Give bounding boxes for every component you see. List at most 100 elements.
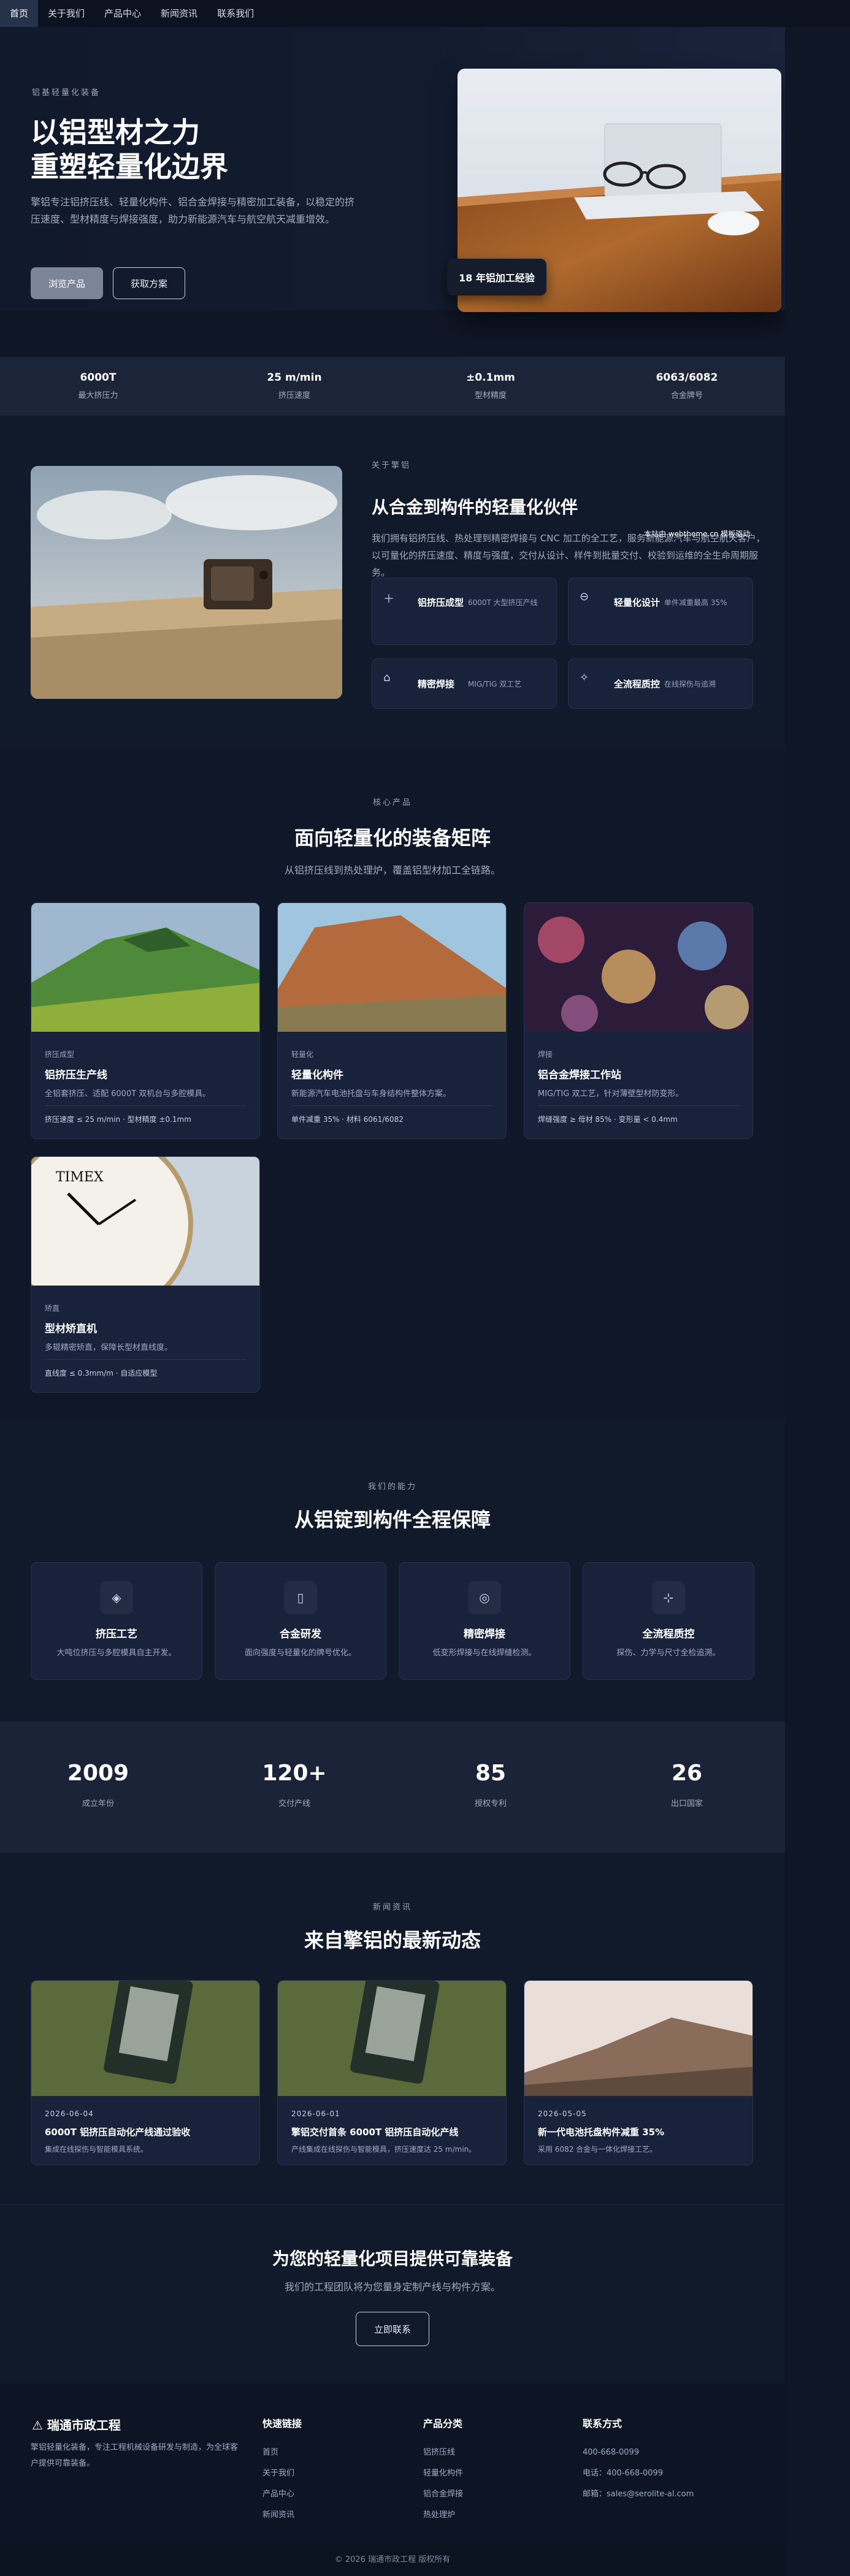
about-title: 从合金到构件的轻量化伙伴 bbox=[372, 497, 578, 517]
capability-title: 全流程质控 bbox=[642, 1628, 695, 1640]
check-circle-icon: ◎ bbox=[468, 1581, 501, 1614]
product-name: 型材矫直机 bbox=[45, 1323, 97, 1335]
product-image bbox=[278, 903, 506, 1032]
feature-card: ⌂ 精密焊接 MIG/TIG 双工艺 bbox=[372, 658, 557, 709]
products-subtitle: 从铝挤压线到热处理炉，覆盖铝型材加工全链路。 bbox=[284, 864, 500, 876]
number-value: 26 bbox=[671, 1761, 703, 1786]
product-spec: 挤压速度 ≤ 25 m/min · 型材精度 ±0.1mm bbox=[45, 1115, 191, 1124]
footer-link[interactable]: 产品中心 bbox=[262, 2484, 302, 2505]
news-eyebrow: 新闻资讯 bbox=[372, 1903, 412, 1912]
products-section: 核心产品 面向轻量化的装备矩阵 从铝挤压线到热处理炉，覆盖铝型材加工全链路。 挤… bbox=[0, 747, 785, 1421]
news-title: 新一代电池托盘构件减重 35% bbox=[538, 2127, 665, 2138]
stat-label: 最大挤压力 bbox=[78, 391, 118, 400]
footer-link[interactable]: 首页 bbox=[262, 2442, 302, 2463]
footer-link[interactable]: 轻量化构件 bbox=[423, 2463, 463, 2484]
news-desc: 集成在线探伤与智能模具系统。 bbox=[45, 2145, 148, 2154]
nav-home[interactable]: 首页 bbox=[0, 0, 39, 27]
capability-card: ◈ 挤压工艺 大吨位挤压与多腔模具自主开发。 bbox=[31, 1562, 202, 1680]
page-gutter bbox=[785, 27, 850, 2576]
footer-description: 擎铝轻量化装备，专注工程机械设备研发与制造，为全球客户提供可靠装备。 bbox=[31, 2443, 239, 2468]
capability-desc: 大吨位挤压与多腔模具自主开发。 bbox=[56, 1648, 177, 1658]
number-item: 2009 成立年份 bbox=[0, 1721, 196, 1853]
feature-card: ✧ 全流程质控 在线探伤与追溯 bbox=[568, 658, 753, 709]
about-section: 关于擎铝 从合金到构件的轻量化伙伴 我们拥有铝挤压线、热处理到精密焊接与 CNC… bbox=[0, 416, 785, 747]
product-card[interactable]: 焊接 铝合金焊接工作站 MIG/TIG 双工艺，针对薄壁型材防变形。 焊缝强度 … bbox=[524, 902, 753, 1139]
news-date: 2026-06-01 bbox=[291, 2109, 340, 2118]
cta-subtitle: 我们的工程团队将为您量身定制产线与构件方案。 bbox=[284, 2281, 500, 2293]
product-desc: 新能源汽车电池托盘与车身结构件整体方案。 bbox=[291, 1089, 451, 1099]
capability-title: 合金研发 bbox=[280, 1628, 321, 1640]
feature-desc: 6000T 大型挤压产线 bbox=[468, 598, 538, 607]
product-image bbox=[524, 903, 752, 1032]
product-card[interactable]: 挤压成型 铝挤压生产线 全铝套挤压、适配 6000T 双机台与多腔模具。 挤压速… bbox=[31, 902, 260, 1139]
stat-item: 6000T 最大挤压力 bbox=[0, 357, 196, 416]
footer-link[interactable]: 铝合金焊接 bbox=[423, 2484, 463, 2505]
product-name: 铝合金焊接工作站 bbox=[538, 1069, 621, 1081]
footer-link[interactable]: 新闻资讯 bbox=[262, 2505, 302, 2526]
crosshair-icon: ⊹ bbox=[652, 1581, 685, 1614]
news-desc: 采用 6082 合金与一体化焊接工艺。 bbox=[538, 2145, 657, 2154]
news-title: 6000T 铝挤压自动化产线通过验收 bbox=[45, 2127, 191, 2138]
contact-now-button[interactable]: 立即联系 bbox=[356, 2312, 429, 2346]
news-image bbox=[524, 1981, 752, 2096]
stat-item: 6063/6082 合金牌号 bbox=[589, 357, 785, 416]
number-label: 交付产线 bbox=[278, 1799, 310, 1808]
divider bbox=[45, 1359, 246, 1360]
theme-credit: 本站由 webtheme.cn 模板驱动 bbox=[644, 530, 751, 538]
number-value: 120+ bbox=[262, 1761, 327, 1786]
feature-title: 轻量化设计 bbox=[614, 597, 660, 608]
product-tag: 焊接 bbox=[538, 1050, 553, 1059]
capability-card: ◎ 精密焊接 低变形焊接与在线焊缝检测。 bbox=[399, 1562, 570, 1680]
caps-title: 从铝锭到构件全程保障 bbox=[294, 1508, 491, 1531]
plus-icon: ＋ bbox=[383, 593, 394, 606]
experience-badge: 18 年铝加工经验 bbox=[447, 259, 546, 295]
product-spec: 焊缝强度 ≥ 母材 85% · 变形量 < 0.4mm bbox=[538, 1115, 678, 1124]
products-title: 面向轻量化的装备矩阵 bbox=[294, 826, 491, 850]
cta-title: 为您的轻量化项目提供可靠装备 bbox=[272, 2249, 513, 2269]
svg-text:TIMEX: TIMEX bbox=[56, 1170, 104, 1185]
news-card[interactable]: 2026-06-01 擎铝交付首条 6000T 铝挤压自动化产线 产线集成在线探… bbox=[277, 1980, 507, 2165]
capability-desc: 面向强度与轻量化的牌号优化。 bbox=[244, 1648, 356, 1658]
capability-title: 挤压工艺 bbox=[96, 1628, 137, 1640]
quick-links-title: 快速链接 bbox=[262, 2418, 302, 2429]
feature-desc: MIG/TIG 双工艺 bbox=[468, 680, 522, 688]
capability-desc: 低变形焊接与在线焊缝检测。 bbox=[432, 1648, 537, 1658]
hero-eyebrow: 铝基轻量化装备 bbox=[32, 88, 101, 97]
footer-link[interactable]: 热处理炉 bbox=[423, 2505, 463, 2526]
nav-contact[interactable]: 联系我们 bbox=[207, 0, 264, 27]
number-item: 120+ 交付产线 bbox=[196, 1721, 392, 1853]
news-date: 2026-06-04 bbox=[45, 2109, 94, 2118]
footer-link[interactable]: 铝挤压线 bbox=[423, 2442, 463, 2463]
document-icon: ▯ bbox=[284, 1581, 317, 1614]
footer-link[interactable]: 关于我们 bbox=[262, 2463, 302, 2484]
news-desc: 产线集成在线探伤与智能模具，挤压速度达 25 m/min。 bbox=[291, 2145, 477, 2154]
product-card[interactable]: TIMEX 矫直 型材矫直机 多辊精密矫直，保障长型材直线度。 直线度 ≤ 0.… bbox=[31, 1156, 260, 1393]
capability-card: ⊹ 全流程质控探伤、力学与尺寸全检追溯。 bbox=[583, 1562, 754, 1680]
news-card[interactable]: 2026-06-04 6000T 铝挤压自动化产线通过验收 集成在线探伤与智能模… bbox=[31, 1980, 260, 2165]
news-image bbox=[31, 1981, 259, 2096]
hero-description: 擎铝专注铝挤压线、轻量化构件、铝合金焊接与精密加工装备，以稳定的挤压速度、型材精… bbox=[31, 196, 355, 225]
nav-products[interactable]: 产品中心 bbox=[94, 0, 151, 27]
number-value: 2009 bbox=[67, 1761, 129, 1786]
number-label: 成立年份 bbox=[82, 1799, 114, 1808]
hero-title-line2: 重塑轻量化边界 bbox=[31, 150, 228, 183]
categories-title: 产品分类 bbox=[423, 2418, 463, 2429]
product-card[interactable]: 轻量化 轻量化构件 新能源汽车电池托盘与车身结构件整体方案。 单件减重 35% … bbox=[277, 902, 507, 1139]
number-item: 26 出口国家 bbox=[589, 1721, 785, 1853]
feature-title: 全流程质控 bbox=[614, 679, 660, 690]
nav-about[interactable]: 关于我们 bbox=[38, 0, 94, 27]
capability-desc: 探伤、力学与尺寸全检追溯。 bbox=[616, 1648, 721, 1658]
stat-value: ±0.1mm bbox=[466, 372, 515, 384]
stats-bar: 6000T 最大挤压力 25 m/min 挤压速度 ±0.1mm 型材精度 6063/… bbox=[0, 357, 785, 416]
stat-value: 6000T bbox=[80, 372, 117, 384]
product-desc: MIG/TIG 双工艺，针对薄壁型材防变形。 bbox=[538, 1089, 684, 1099]
feature-title: 铝挤压成型 bbox=[418, 597, 464, 608]
browse-products-button[interactable]: 浏览产品 bbox=[31, 267, 103, 299]
feature-title: 精密焊接 bbox=[418, 679, 455, 690]
news-card[interactable]: 2026-05-05 新一代电池托盘构件减重 35% 采用 6082 合金与一体… bbox=[524, 1980, 753, 2165]
get-solution-button[interactable]: 获取方案 bbox=[113, 267, 185, 299]
news-title: 擎铝交付首条 6000T 铝挤压自动化产线 bbox=[291, 2127, 459, 2138]
sparkle-icon: ✧ bbox=[580, 671, 589, 684]
nav-news[interactable]: 新闻资讯 bbox=[151, 0, 207, 27]
feature-desc: 在线探伤与追溯 bbox=[664, 680, 716, 688]
